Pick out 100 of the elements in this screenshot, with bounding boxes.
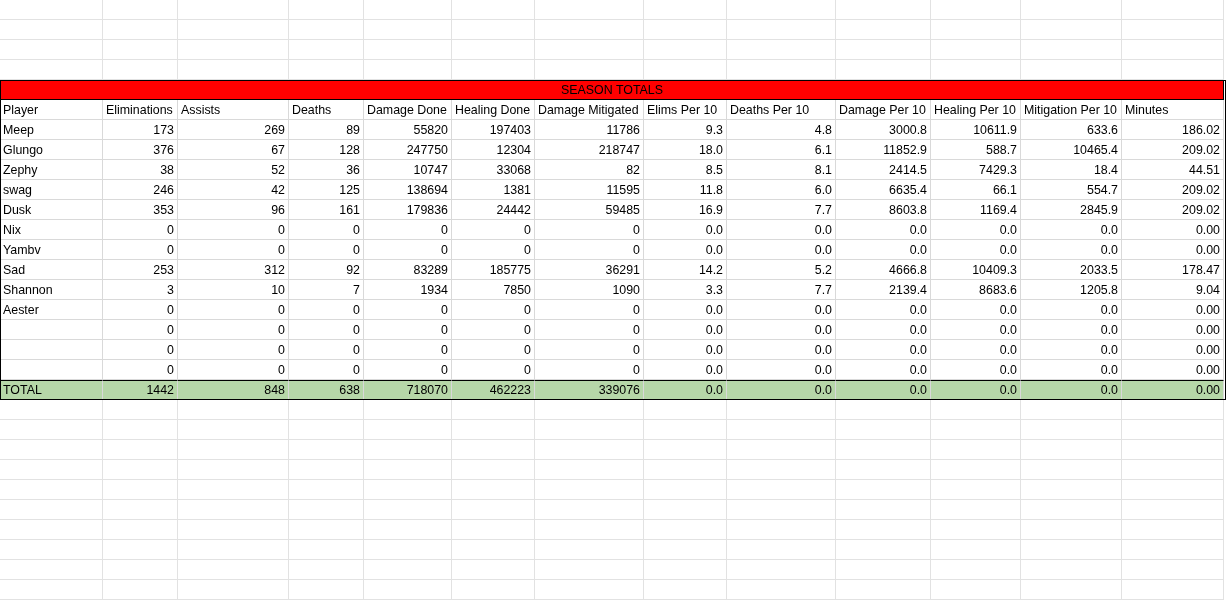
table-cell: 0 [103,300,178,320]
player-name-cell: swag [0,180,103,200]
table-cell: 9.04 [1122,280,1224,300]
table-cell: 33068 [452,160,535,180]
column-header: Assists [178,100,289,120]
table-cell: 36 [289,160,364,180]
table-cell: 0 [289,320,364,340]
table-cell: 138694 [364,180,452,200]
table-cell: 0 [289,340,364,360]
total-cell: 718070 [364,380,452,400]
table-cell: 18.4 [1021,160,1122,180]
table-cell: 12304 [452,140,535,160]
table-cell: 0.0 [727,300,836,320]
table-cell: 0 [364,320,452,340]
table-cell: 6.0 [727,180,836,200]
player-name-cell: Dusk [0,200,103,220]
table-cell: 0 [103,320,178,340]
table-cell: 66.1 [931,180,1021,200]
table-cell: 0.0 [836,300,931,320]
table-cell: 96 [178,200,289,220]
table-cell: 11.8 [644,180,727,200]
table-cell: 633.6 [1021,120,1122,140]
table-cell: 10747 [364,160,452,180]
table-cell: 0 [364,240,452,260]
table-cell: 10465.4 [1021,140,1122,160]
table-cell: 0.00 [1122,340,1224,360]
table-cell: 0.00 [1122,300,1224,320]
table-cell: 5.2 [727,260,836,280]
table-cell: 0.0 [1021,340,1122,360]
table-cell: 0 [535,320,644,340]
table-cell: 0.0 [931,300,1021,320]
player-name-cell: Glungo [0,140,103,160]
table-cell: 0.0 [836,240,931,260]
table-cell: 0.0 [644,220,727,240]
player-name-cell: Meep [0,120,103,140]
table-cell: 209.02 [1122,180,1224,200]
column-header: Healing Done [452,100,535,120]
player-name-cell: Nix [0,220,103,240]
table-cell: 36291 [535,260,644,280]
table-cell: 55820 [364,120,452,140]
table-cell: 0.00 [1122,240,1224,260]
table-cell: 4.8 [727,120,836,140]
table-cell: 179836 [364,200,452,220]
table-cell: 2414.5 [836,160,931,180]
table-cell: 14.2 [644,260,727,280]
table-cell: 2845.9 [1021,200,1122,220]
total-cell: 462223 [452,380,535,400]
table-cell: 3 [103,280,178,300]
table-cell: 0 [178,320,289,340]
table-cell: 89 [289,120,364,140]
table-cell: 1934 [364,280,452,300]
column-header: Mitigation Per 10 [1021,100,1122,120]
table-cell: 52 [178,160,289,180]
column-header: Minutes [1122,100,1224,120]
table-cell: 82 [535,160,644,180]
table-cell: 0.0 [931,340,1021,360]
table-cell: 0.0 [931,240,1021,260]
table-cell: 0 [535,240,644,260]
table-cell: 9.3 [644,120,727,140]
table-cell: 269 [178,120,289,140]
table-cell: 0 [364,220,452,240]
table-cell: 67 [178,140,289,160]
total-cell: 0.0 [1021,380,1122,400]
table-cell: 4666.8 [836,260,931,280]
table-cell: 0.0 [1021,300,1122,320]
table-cell: 0 [178,220,289,240]
table-cell: 0 [289,220,364,240]
table-cell: 0 [535,220,644,240]
table-cell: 125 [289,180,364,200]
table-cell: 0.0 [931,320,1021,340]
column-header: Elims Per 10 [644,100,727,120]
table-cell: 0.0 [644,320,727,340]
table-cell: 11786 [535,120,644,140]
table-cell: 7.7 [727,200,836,220]
total-cell: 638 [289,380,364,400]
total-cell: 0.00 [1122,380,1224,400]
table-cell: 7 [289,280,364,300]
table-cell: 128 [289,140,364,160]
table-cell: 0 [535,340,644,360]
table-cell: 59485 [535,200,644,220]
column-header: Player [0,100,103,120]
player-name-cell: Zephy [0,160,103,180]
table-cell: 1090 [535,280,644,300]
total-cell: 0.0 [931,380,1021,400]
table-cell: 7.7 [727,280,836,300]
column-header: Damage Done [364,100,452,120]
table-cell: 0 [452,300,535,320]
table-cell: 2033.5 [1021,260,1122,280]
table-cell: 0 [103,340,178,360]
column-header: Damage Mitigated [535,100,644,120]
table-cell: 11852.9 [836,140,931,160]
column-header: Eliminations [103,100,178,120]
table-cell: 253 [103,260,178,280]
table-cell: 11595 [535,180,644,200]
table-cell: 3000.8 [836,120,931,140]
table-cell: 10 [178,280,289,300]
table-cell: 1381 [452,180,535,200]
table-cell: 24442 [452,200,535,220]
table-cell: 0 [178,240,289,260]
table-cell: 0.0 [644,340,727,360]
